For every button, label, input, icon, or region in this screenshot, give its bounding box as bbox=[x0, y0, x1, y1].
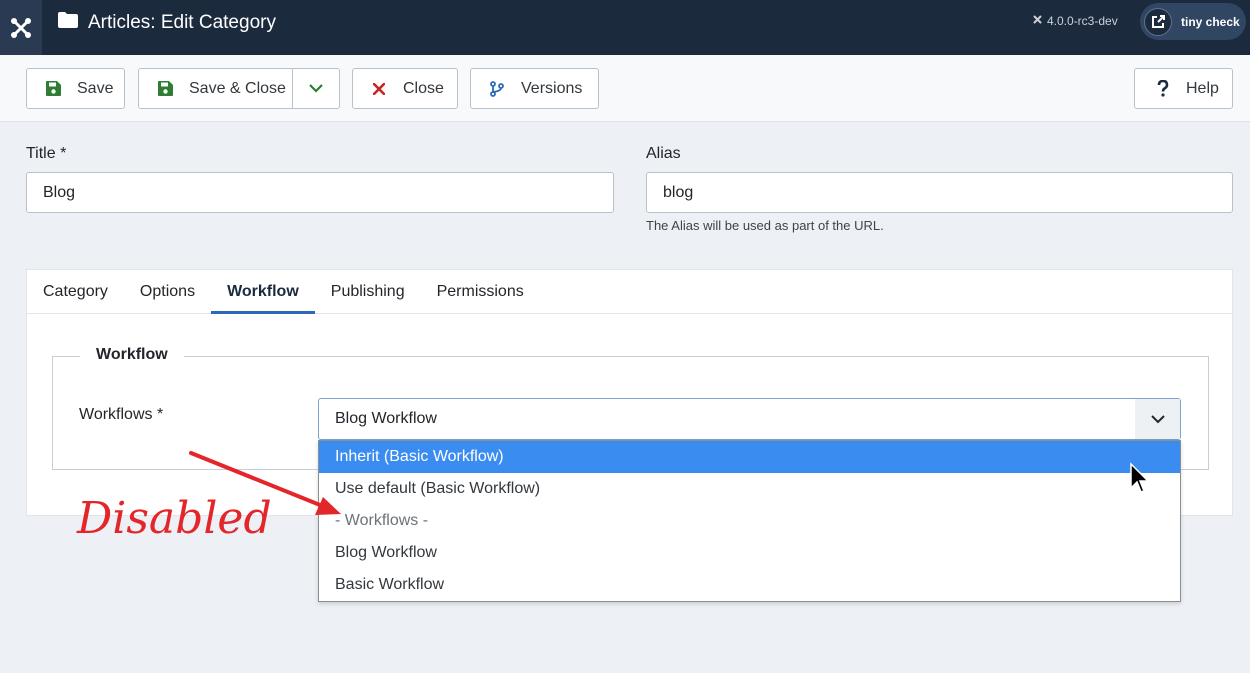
help-button[interactable]: Help bbox=[1134, 68, 1233, 109]
alias-hint: The Alias will be used as part of the UR… bbox=[646, 218, 884, 233]
user-name: tiny check bbox=[1181, 14, 1240, 29]
tab-permissions[interactable]: Permissions bbox=[421, 270, 540, 314]
version-info: 4.0.0-rc3-dev bbox=[1032, 14, 1118, 28]
alias-input[interactable]: blog bbox=[646, 172, 1233, 213]
folder-icon bbox=[58, 12, 78, 33]
joomla-logo-icon[interactable] bbox=[0, 0, 42, 55]
option-blog-workflow[interactable]: Blog Workflow bbox=[319, 537, 1180, 569]
tab-publishing[interactable]: Publishing bbox=[315, 270, 421, 314]
code-branch-icon bbox=[488, 80, 506, 98]
page-title: Articles: Edit Category bbox=[88, 11, 276, 33]
page-title-group: Articles: Edit Category bbox=[58, 0, 276, 45]
versions-button[interactable]: Versions bbox=[470, 68, 599, 109]
mouse-cursor-icon bbox=[1130, 462, 1149, 493]
close-label: Close bbox=[403, 79, 444, 97]
chevron-down-icon[interactable] bbox=[1135, 399, 1180, 439]
workflows-select[interactable]: Blog Workflow bbox=[318, 398, 1181, 440]
workflows-dropdown-list: Inherit (Basic Workflow) Use default (Ba… bbox=[318, 440, 1181, 602]
option-use-default[interactable]: Use default (Basic Workflow) bbox=[319, 473, 1180, 505]
joomla-small-icon bbox=[1032, 14, 1043, 28]
alias-label: Alias bbox=[646, 145, 681, 162]
help-label: Help bbox=[1186, 79, 1219, 97]
workflows-selected-value: Blog Workflow bbox=[335, 410, 437, 427]
save-options-dropdown-toggle[interactable] bbox=[292, 69, 339, 108]
save-label: Save bbox=[77, 79, 114, 97]
close-button[interactable]: Close bbox=[352, 68, 458, 109]
option-inherit[interactable]: Inherit (Basic Workflow) bbox=[319, 441, 1180, 473]
save-button[interactable]: Save bbox=[26, 68, 125, 109]
save-close-label: Save & Close bbox=[189, 79, 286, 97]
workflows-label: Workflows * bbox=[79, 406, 164, 423]
tab-bar: Category Options Workflow Publishing Per… bbox=[27, 270, 1232, 314]
tab-category[interactable]: Category bbox=[27, 270, 124, 314]
version-text: 4.0.0-rc3-dev bbox=[1047, 14, 1118, 28]
option-basic-workflow[interactable]: Basic Workflow bbox=[319, 569, 1180, 601]
annotation-disabled-label: Disabled bbox=[77, 493, 272, 544]
toolbar: Save Save & Close Close Versions Help bbox=[0, 55, 1250, 122]
workflow-legend: Workflow bbox=[80, 346, 184, 364]
tab-options[interactable]: Options bbox=[124, 270, 211, 314]
question-icon bbox=[1154, 80, 1172, 98]
option-group-workflows: - Workflows - bbox=[335, 512, 429, 529]
title-label: Title * bbox=[26, 145, 67, 162]
floppy-disk-icon bbox=[156, 80, 174, 98]
tab-workflow[interactable]: Workflow bbox=[211, 270, 315, 314]
user-menu-button[interactable]: tiny check bbox=[1140, 3, 1246, 40]
versions-label: Versions bbox=[521, 79, 583, 97]
floppy-disk-icon bbox=[44, 80, 62, 98]
header-bar: Articles: Edit Category 4.0.0-rc3-dev ti… bbox=[0, 0, 1250, 55]
external-link-icon bbox=[1144, 7, 1172, 36]
chevron-down-icon bbox=[309, 84, 323, 93]
title-input[interactable]: Blog bbox=[26, 172, 614, 213]
x-icon bbox=[370, 80, 388, 98]
save-close-button[interactable]: Save & Close bbox=[138, 68, 340, 109]
